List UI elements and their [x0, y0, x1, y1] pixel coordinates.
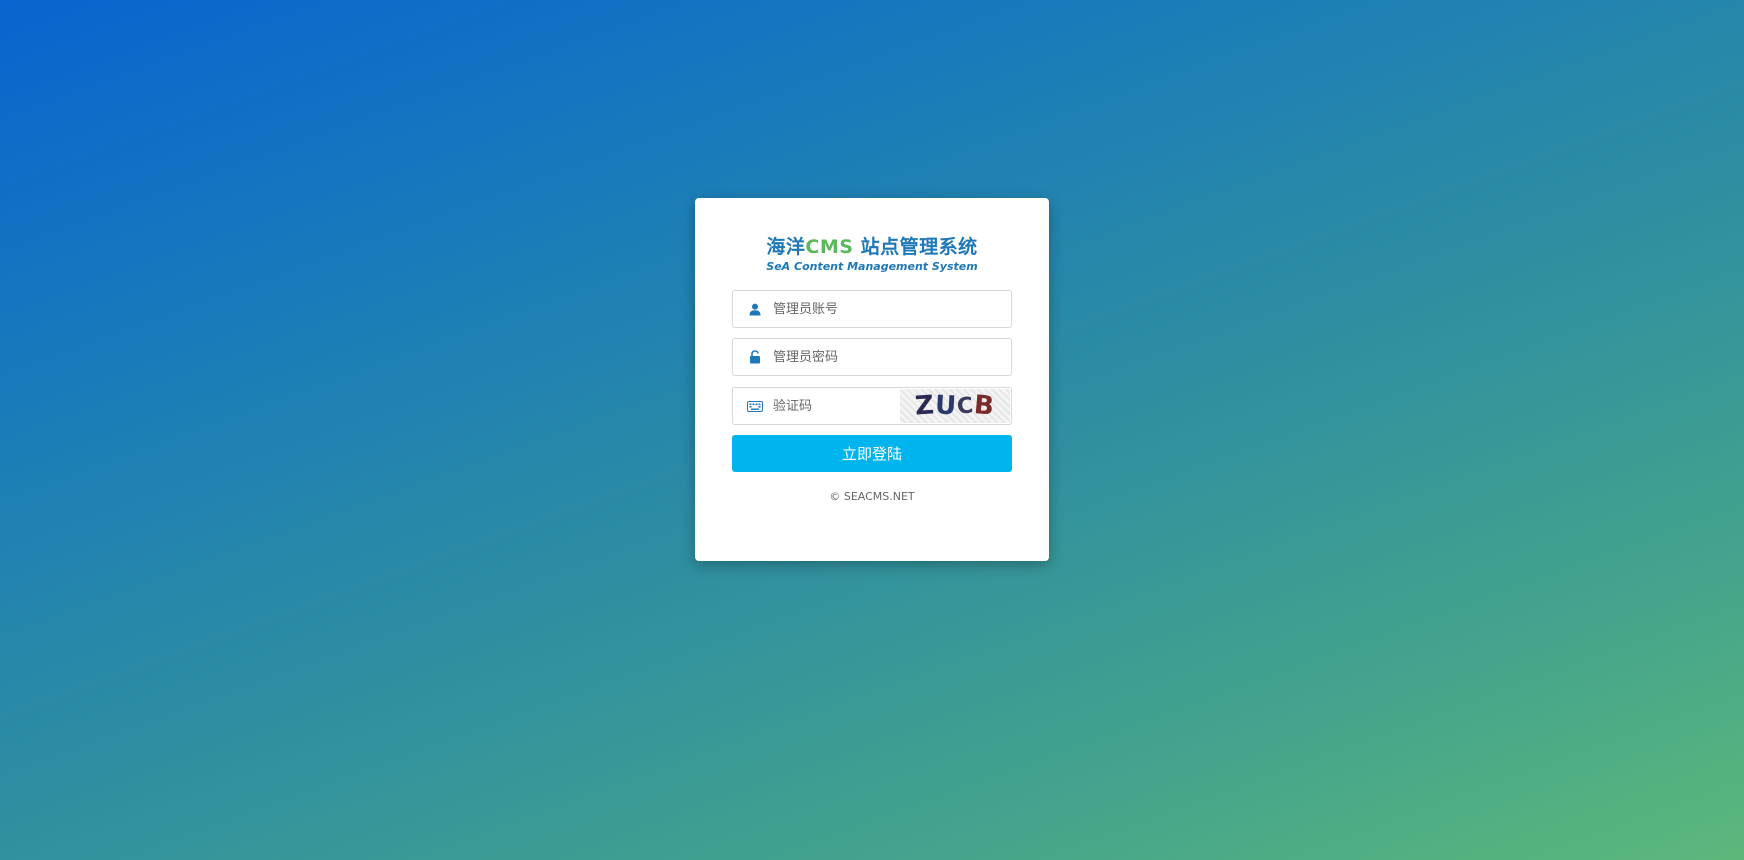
copyright-footer: © SEACMS.NET: [829, 490, 915, 503]
title-part2: 站点管理系统: [853, 236, 978, 258]
page-title: 海洋CMS 站点管理系统: [695, 232, 1049, 259]
captcha-field[interactable]: Z U C B: [732, 387, 1012, 425]
password-input[interactable]: [773, 339, 973, 375]
login-button[interactable]: 立即登陆: [732, 435, 1012, 472]
user-icon: [747, 301, 763, 317]
captcha-char: Z: [913, 390, 936, 422]
keyboard-icon: [747, 398, 763, 414]
title-part1: 海洋: [766, 236, 806, 258]
page-subtitle: SeA Content Management System: [766, 260, 978, 273]
captcha-image[interactable]: Z U C B: [900, 389, 1010, 423]
captcha-char: B: [972, 390, 997, 422]
login-card: 海洋CMS 站点管理系统 SeA Content Management Syst…: [695, 198, 1049, 561]
title-cms: CMS: [805, 236, 854, 258]
unlock-icon: [747, 349, 763, 365]
password-field[interactable]: [732, 338, 1012, 376]
username-field[interactable]: [732, 290, 1012, 328]
captcha-char: U: [934, 390, 958, 422]
username-input[interactable]: [773, 291, 973, 327]
